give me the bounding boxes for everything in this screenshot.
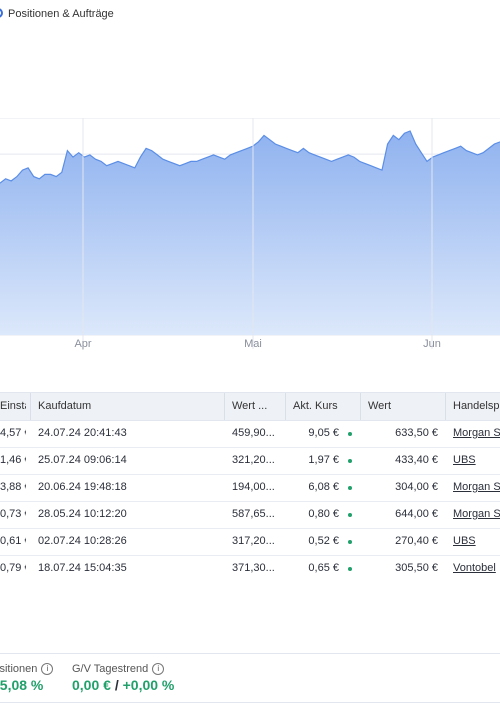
daily-trend-label-text: G/V Tagestrend [72,663,149,675]
status-dot-icon [348,432,352,436]
cell-wert-kauf: 371,30... [232,562,275,574]
chart-area [0,131,500,335]
column-divider[interactable] [30,393,31,420]
cell-wert: 433,40 € [395,454,438,466]
cell-akt-kurs: 0,80 € [308,508,339,520]
cell-akt-kurs: 1,97 € [308,454,339,466]
x-tick-label: Mai [244,338,262,350]
daily-trend-abs: 0,00 € [72,677,111,693]
col-header-einstandskurs[interactable]: Einstandsk... [0,400,26,412]
cell-akt-kurs: 9,05 € [308,427,339,439]
positions-summary-label: Positioneni [0,663,54,676]
col-header-akt-kurs[interactable]: Akt. Kurs [293,400,353,412]
cell-wert-kauf: 587,65... [232,508,275,520]
cell-kaufdatum: 20.06.24 19:48:18 [38,481,127,493]
col-header-wert[interactable]: Wert [368,400,438,412]
cell-handelsplatz-link[interactable]: Morgan Stanley [453,481,500,493]
x-tick-label: Jun [423,338,441,350]
cell-einstandskurs: 0,79 € [0,562,26,574]
radio-button-icon[interactable] [0,8,3,18]
performance-chart-svg: Apr Mai Jun [0,117,500,350]
status-dot-icon [348,567,352,571]
cell-wert: 304,00 € [395,481,438,493]
cell-kaufdatum: 18.07.24 15:04:35 [38,562,127,574]
table-row[interactable]: 3,88 € 20.06.24 19:48:18 194,00... 6,08 … [0,474,500,502]
cell-kaufdatum: 02.07.24 10:28:26 [38,535,127,547]
top-bar: Positionen & Aufträge [0,0,500,30]
cell-wert-kauf: 321,20... [232,454,275,466]
positions-percent-value: 15,08 % [0,677,44,693]
col-header-handelsplatz[interactable]: Handelsplatz [453,400,500,412]
cell-handelsplatz-link[interactable]: Morgan Stanley [453,427,500,439]
cell-einstandskurs: 0,61 € [0,535,26,547]
cell-einstandskurs: 0,73 € [0,508,26,520]
cell-wert-kauf: 317,20... [232,535,275,547]
daily-trend-separator: / [114,677,119,693]
column-divider[interactable] [285,393,286,420]
status-dot-icon [348,459,352,463]
summary-footer: Positioneni 15,08 % G/V Tagestrendi 0,00… [0,653,500,706]
column-divider[interactable] [224,393,225,420]
table-row[interactable]: 0,79 € 18.07.24 15:04:35 371,30... 0,65 … [0,555,500,582]
info-icon[interactable]: i [41,663,54,676]
cell-akt-kurs: 0,65 € [308,562,339,574]
daily-trend-label: G/V Tagestrend i [72,663,165,676]
status-dot-icon [348,540,352,544]
cell-kaufdatum: 25.07.24 09:06:14 [38,454,127,466]
status-dot-icon [348,486,352,490]
column-divider[interactable] [360,393,361,420]
cell-einstandskurs: 3,88 € [0,481,26,493]
positions-orders-label[interactable]: Positionen & Aufträge [8,8,114,20]
table-row[interactable]: 0,73 € 28.05.24 10:12:20 587,65... 0,80 … [0,501,500,529]
daily-trend-pct: +0,00 % [122,677,175,693]
table-header: Einstandsk... Kaufdatum Wert ... Akt. Ku… [0,392,500,421]
col-header-wert-kauf[interactable]: Wert ... [232,400,282,412]
table-row[interactable]: 4,57 € 24.07.24 20:41:43 459,90... 9,05 … [0,420,500,448]
col-header-kaufdatum[interactable]: Kaufdatum [38,400,218,412]
table-row[interactable]: 0,61 € 02.07.24 10:28:26 317,20... 0,52 … [0,528,500,556]
performance-chart: Apr Mai Jun [0,117,500,353]
cell-handelsplatz-link[interactable]: Vontobel [453,562,500,574]
cell-wert-kauf: 194,00... [232,481,275,493]
footer-divider [0,702,500,703]
cell-wert: 270,40 € [395,535,438,547]
cell-akt-kurs: 0,52 € [308,535,339,547]
cell-einstandskurs: 1,46 € [0,454,26,466]
cell-akt-kurs: 6,08 € [308,481,339,493]
cell-kaufdatum: 28.05.24 10:12:20 [38,508,127,520]
cell-kaufdatum: 24.07.24 20:41:43 [38,427,127,439]
info-icon[interactable]: i [152,663,165,676]
table-row[interactable]: 1,46 € 25.07.24 09:06:14 321,20... 1,97 … [0,447,500,475]
status-dot-icon [348,513,352,517]
cell-wert: 644,00 € [395,508,438,520]
cell-handelsplatz-link[interactable]: UBS [453,535,500,547]
cell-einstandskurs: 4,57 € [0,427,26,439]
positions-label-text: Positionen [0,663,38,675]
cell-handelsplatz-link[interactable]: Morgan Stanley [453,508,500,520]
column-divider[interactable] [445,393,446,420]
cell-wert-kauf: 459,90... [232,427,275,439]
x-tick-label: Apr [74,338,91,350]
daily-trend-value: 0,00 € / +0,00 % [72,677,174,693]
cell-wert: 633,50 € [395,427,438,439]
cell-wert: 305,50 € [395,562,438,574]
cell-handelsplatz-link[interactable]: UBS [453,454,500,466]
